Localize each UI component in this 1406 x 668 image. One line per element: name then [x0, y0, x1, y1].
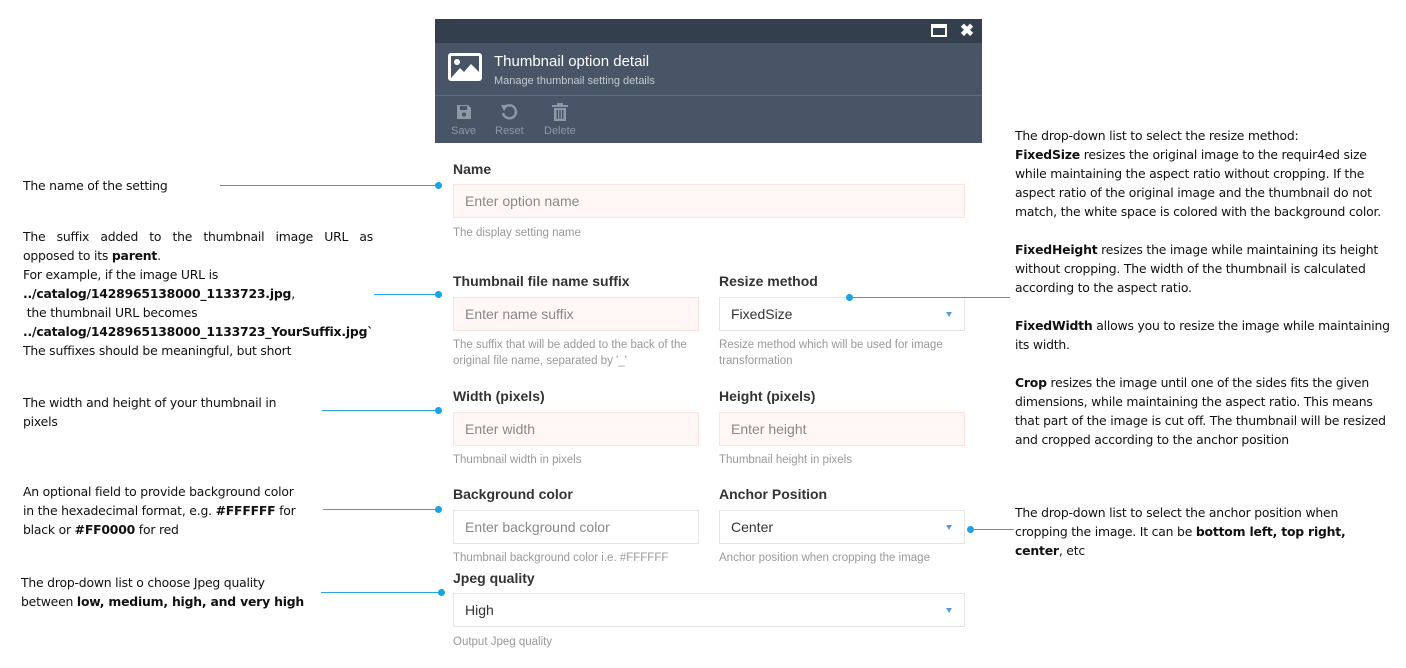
width-label: Width (pixels): [453, 388, 545, 404]
annotation-text: The drop-down list o choose Jpeg quality: [21, 575, 265, 590]
resize-method-select[interactable]: FixedSize: [719, 297, 965, 331]
close-button[interactable]: ✖: [958, 22, 976, 40]
name-field: Name The display setting name: [453, 161, 965, 239]
name-label: Name: [453, 161, 492, 177]
height-field: Height (pixels) Thumbnail height in pixe…: [719, 388, 966, 466]
dropdown-caret-icon: [946, 312, 952, 317]
suffix-field: Thumbnail file name suffix The suffix th…: [453, 273, 700, 367]
annotation-text: FixedSize resizes the original image to …: [1015, 147, 1382, 219]
toolbar: Save Reset Delete: [435, 96, 982, 143]
resize-method-value: FixedSize: [731, 306, 793, 322]
connector-dot: [435, 291, 442, 298]
close-icon: ✖: [959, 21, 975, 40]
jpeg-quality-select[interactable]: High: [453, 593, 965, 627]
jpeg-quality-label: Jpeg quality: [453, 570, 535, 586]
thumbnail-option-dialog: ✖ Thumbnail option detail Manage thumbna…: [435, 19, 982, 668]
annotation-resize-method: The drop-down list to select the resize …: [1015, 126, 1400, 449]
save-button[interactable]: Save: [451, 102, 476, 137]
annotation-text: center, etc: [1015, 543, 1085, 558]
annotation-text: opposed to its parent.: [23, 248, 161, 263]
anchor-position-label: Anchor Position: [719, 486, 828, 502]
delete-label: Delete: [544, 125, 576, 137]
background-color-label: Background color: [453, 486, 573, 502]
annotation-text: The drop-down list to select the anchor …: [1015, 505, 1339, 520]
connector-line: [220, 185, 438, 186]
width-hint: Thumbnail width in pixels: [453, 454, 582, 466]
annotation-text: FixedHeight resizes the image while main…: [1015, 242, 1379, 295]
delete-button[interactable]: Delete: [544, 102, 576, 137]
width-input[interactable]: [453, 412, 699, 446]
dropdown-caret-icon: [946, 608, 952, 613]
jpeg-quality-value: High: [465, 602, 494, 618]
connector-line: [321, 592, 441, 593]
anchor-position-hint: Anchor position when cropping the image: [719, 552, 930, 564]
connector-dot: [438, 589, 445, 596]
height-input[interactable]: [719, 412, 965, 446]
annotation-suffix: The suffix added to the thumbnail image …: [23, 227, 373, 360]
annotation-dimensions: The width and height of your thumbnail i…: [23, 395, 277, 429]
jpeg-quality-field: Jpeg quality High Output Jpeg quality: [453, 570, 965, 648]
dialog-title: Thumbnail option detail: [494, 53, 650, 70]
background-color-field: Background color Thumbnail background co…: [453, 486, 700, 564]
suffix-input[interactable]: [453, 297, 699, 331]
annotation-name: The name of the setting: [23, 178, 168, 193]
connector-line: [850, 297, 1010, 298]
annotation-text: between low, medium, high, and very high: [21, 594, 305, 609]
annotation-background: An optional field to provide background …: [23, 482, 353, 539]
annotation-text: FixedWidth allows you to resize the imag…: [1015, 318, 1390, 352]
annotation-text: An optional field to provide background …: [23, 484, 294, 499]
annotation-text: The suffix added to the thumbnail image …: [23, 229, 373, 244]
name-hint: The display setting name: [453, 227, 581, 239]
anchor-position-select[interactable]: Center: [719, 510, 965, 544]
suffix-label: Thumbnail file name suffix: [453, 273, 630, 289]
reset-label: Reset: [495, 125, 524, 137]
width-field: Width (pixels) Thumbnail width in pixels: [453, 388, 700, 466]
jpeg-quality-hint: Output Jpeg quality: [453, 636, 553, 648]
maximize-button[interactable]: [930, 22, 948, 40]
connector-dot: [435, 506, 442, 513]
height-hint: Thumbnail height in pixels: [719, 454, 852, 466]
suffix-hint: The suffix that will be added to the bac…: [453, 339, 687, 367]
annotation-text: cropping the image. It can be bottom lef…: [1015, 524, 1346, 539]
annotation-jpeg: The drop-down list o choose Jpeg quality…: [21, 573, 341, 611]
window-titlebar: ✖: [435, 19, 982, 43]
annotation-text: black or #FF0000 for red: [23, 522, 179, 537]
annotation-text: The drop-down list to select the resize …: [1015, 128, 1299, 143]
save-icon: [456, 105, 471, 119]
annotation-anchor: The drop-down list to select the anchor …: [1015, 503, 1400, 560]
maximize-icon: [931, 24, 947, 37]
connector-line: [322, 410, 438, 411]
connector-dot: [435, 407, 442, 414]
save-label: Save: [451, 125, 477, 137]
connector-dot: [435, 182, 442, 189]
connector-line: [970, 529, 1014, 530]
resize-method-field: Resize method FixedSize Resize method wh…: [719, 273, 966, 367]
annotation-text: the thumbnail URL becomes: [23, 305, 198, 320]
connector-line: [374, 294, 438, 295]
reset-button[interactable]: Reset: [495, 102, 524, 137]
dropdown-caret-icon: [946, 525, 952, 530]
background-color-input[interactable]: [453, 510, 699, 544]
dialog-header: Thumbnail option detail Manage thumbnail…: [435, 43, 982, 96]
reset-icon: [501, 104, 518, 120]
annotation-text: The suffixes should be meaningful, but s…: [23, 343, 292, 358]
anchor-position-field: Anchor Position Center Anchor position w…: [719, 486, 966, 564]
dialog-subtitle: Manage thumbnail setting details: [494, 75, 655, 87]
image-icon: [448, 53, 482, 81]
resize-method-hint: Resize method which will be used for ima…: [719, 339, 943, 367]
trash-icon: [551, 103, 568, 121]
annotation-text: For example, if the image URL is: [23, 267, 219, 282]
name-input[interactable]: [453, 184, 965, 218]
annotation-text: Crop resizes the image until one of the …: [1015, 375, 1386, 447]
anchor-position-value: Center: [731, 519, 774, 535]
annotation-text: in the hexadecimal format, e.g. #FFFFFF …: [23, 503, 296, 518]
height-label: Height (pixels): [719, 388, 816, 404]
connector-line: [323, 509, 438, 510]
annotation-text: ../catalog/1428965138000_1133723_YourSuf…: [23, 324, 374, 339]
annotation-text: ../catalog/1428965138000_1133723.jpg,: [23, 286, 295, 301]
resize-method-label: Resize method: [719, 273, 818, 289]
background-color-hint: Thumbnail background color i.e. #FFFFFF: [453, 552, 669, 564]
